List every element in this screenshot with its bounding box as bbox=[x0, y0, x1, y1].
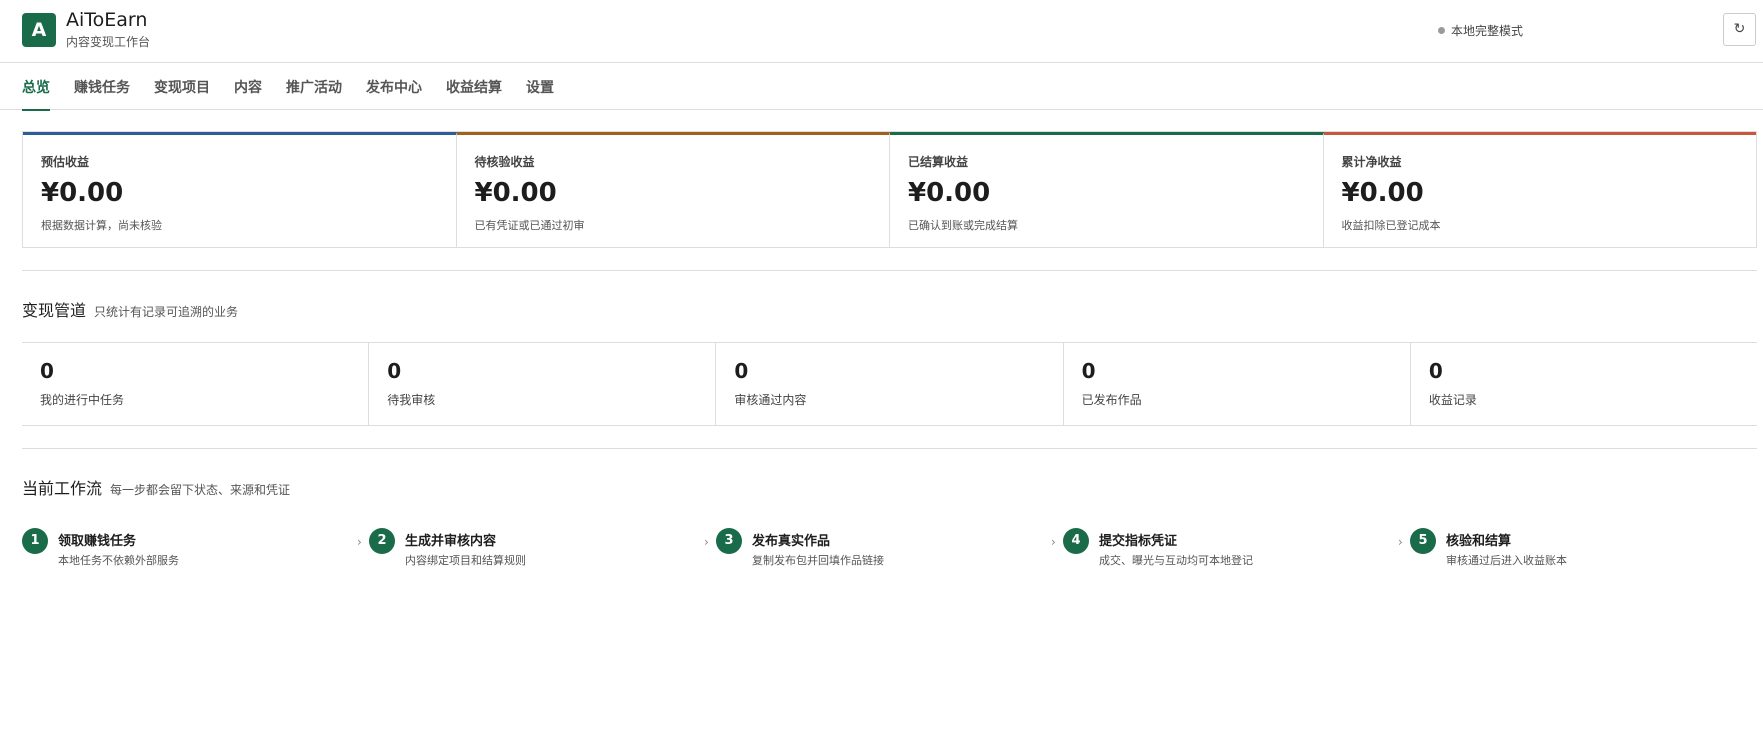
card-value: ¥0.00 bbox=[474, 178, 557, 208]
section-divider bbox=[22, 448, 1757, 449]
refresh-icon: ↻ bbox=[1733, 21, 1746, 37]
tab-monetization-projects[interactable]: 变现项目 bbox=[154, 77, 210, 109]
card-label: 累计净收益 bbox=[1341, 155, 1402, 169]
stat-value: 0 bbox=[1428, 359, 1443, 383]
status-dot-icon bbox=[1437, 27, 1445, 34]
workflow-steps: 1 领取赚钱任务 本地任务不依赖外部服务 › 2 生成并审核内容 内容绑定项目和… bbox=[22, 528, 1757, 568]
section-divider bbox=[22, 270, 1757, 271]
stat-label: 我的进行中任务 bbox=[40, 393, 125, 407]
step-title: 提交指标凭证 bbox=[1099, 534, 1178, 549]
tab-settlement[interactable]: 收益结算 bbox=[446, 77, 502, 109]
step-number: 2 bbox=[369, 528, 395, 554]
tab-publish-center[interactable]: 发布中心 bbox=[366, 77, 422, 109]
app-logo: A bbox=[22, 13, 56, 47]
tab-promotions[interactable]: 推广活动 bbox=[286, 77, 342, 109]
step-title: 生成并审核内容 bbox=[405, 534, 497, 549]
card-label: 待核验收益 bbox=[474, 155, 535, 169]
card-description: 已确认到账或完成结算 bbox=[908, 219, 1018, 232]
card-description: 已有凭证或已通过初审 bbox=[474, 219, 585, 232]
step-number: 5 bbox=[1410, 528, 1436, 554]
section-note: 只统计有记录可追溯的业务 bbox=[94, 305, 239, 319]
stat-active-tasks: 0 我的进行中任务 bbox=[22, 343, 370, 425]
workflow-step-3: › 3 发布真实作品 复制发布包并回填作品链接 bbox=[704, 528, 1056, 568]
stat-label: 收益记录 bbox=[1428, 393, 1477, 407]
stat-value: 0 bbox=[1081, 359, 1096, 383]
main-tabs: 总览 赚钱任务 变现项目 内容 推广活动 发布中心 收益结算 设置 bbox=[0, 63, 1763, 111]
chevron-right-icon: › bbox=[357, 535, 362, 549]
section-title: 当前工作流 bbox=[22, 479, 103, 498]
tab-settings[interactable]: 设置 bbox=[526, 77, 554, 109]
stat-value: 0 bbox=[387, 359, 402, 383]
stat-earning-records: 0 收益记录 bbox=[1411, 343, 1757, 425]
tab-earning-tasks[interactable]: 赚钱任务 bbox=[74, 77, 130, 109]
card-description: 收益扣除已登记成本 bbox=[1341, 219, 1441, 232]
step-number: 4 bbox=[1063, 528, 1089, 554]
step-description: 审核通过后进入收益账本 bbox=[1446, 554, 1567, 567]
stat-pending-review: 0 待我审核 bbox=[369, 343, 717, 425]
chevron-right-icon: › bbox=[704, 535, 709, 549]
stat-approved-content: 0 审核通过内容 bbox=[716, 343, 1064, 425]
card-description: 根据数据计算，尚未核验 bbox=[41, 219, 162, 232]
tab-content[interactable]: 内容 bbox=[234, 77, 262, 109]
step-description: 成交、曝光与互动均可本地登记 bbox=[1099, 554, 1253, 567]
stat-label: 已发布作品 bbox=[1081, 393, 1142, 407]
card-label: 已结算收益 bbox=[908, 155, 969, 169]
card-label: 预估收益 bbox=[41, 155, 90, 169]
card-estimated-earnings: 预估收益 ¥0.00 根据数据计算，尚未核验 bbox=[23, 132, 457, 247]
mode-indicator: 本地完整模式 bbox=[1437, 22, 1523, 39]
card-pending-verification: 待核验收益 ¥0.00 已有凭证或已通过初审 bbox=[456, 132, 890, 247]
stat-label: 审核通过内容 bbox=[734, 393, 807, 407]
step-description: 内容绑定项目和结算规则 bbox=[405, 554, 526, 567]
step-title: 领取赚钱任务 bbox=[58, 534, 137, 549]
section-note: 每一步都会留下状态、来源和凭证 bbox=[110, 483, 291, 497]
chevron-right-icon: › bbox=[1398, 535, 1403, 549]
workflow-step-4: › 4 提交指标凭证 成交、曝光与互动均可本地登记 bbox=[1051, 528, 1403, 568]
card-net-earnings: 累计净收益 ¥0.00 收益扣除已登记成本 bbox=[1323, 132, 1756, 247]
app-title: AiToEarn bbox=[66, 9, 148, 31]
workflow-step-1: 1 领取赚钱任务 本地任务不依赖外部服务 bbox=[22, 528, 362, 568]
chevron-right-icon: › bbox=[1051, 535, 1056, 549]
step-title: 核验和结算 bbox=[1446, 534, 1512, 549]
workflow-step-2: › 2 生成并审核内容 内容绑定项目和结算规则 bbox=[357, 528, 709, 568]
workflow-step-5: › 5 核验和结算 审核通过后进入收益账本 bbox=[1398, 528, 1750, 568]
pipeline-header: 变现管道 只统计有记录可追溯的业务 bbox=[22, 297, 238, 321]
stat-label: 待我审核 bbox=[387, 393, 436, 407]
card-value: ¥0.00 bbox=[908, 178, 991, 208]
step-description: 复制发布包并回填作品链接 bbox=[752, 554, 884, 567]
stat-value: 0 bbox=[40, 359, 54, 383]
card-value: ¥0.00 bbox=[41, 178, 124, 208]
step-number: 3 bbox=[716, 528, 742, 554]
step-description: 本地任务不依赖外部服务 bbox=[58, 554, 179, 567]
workflow-header: 当前工作流 每一步都会留下状态、来源和凭证 bbox=[22, 475, 290, 499]
app-subtitle: 内容变现工作台 bbox=[66, 35, 151, 49]
section-title: 变现管道 bbox=[22, 301, 87, 320]
step-number: 1 bbox=[22, 528, 48, 554]
card-value: ¥0.00 bbox=[1341, 178, 1424, 208]
card-settled-earnings: 已结算收益 ¥0.00 已确认到账或完成结算 bbox=[890, 132, 1324, 247]
tab-overview[interactable]: 总览 bbox=[22, 77, 50, 111]
step-title: 发布真实作品 bbox=[752, 534, 831, 549]
earnings-summary: 预估收益 ¥0.00 根据数据计算，尚未核验 待核验收益 ¥0.00 已有凭证或… bbox=[22, 131, 1757, 248]
mode-label: 本地完整模式 bbox=[1450, 24, 1523, 38]
stat-published-works: 0 已发布作品 bbox=[1064, 343, 1411, 425]
app-header: A AiToEarn 内容变现工作台 本地完整模式 ↻ bbox=[0, 0, 1763, 63]
refresh-button[interactable]: ↻ bbox=[1723, 13, 1756, 46]
stat-value: 0 bbox=[734, 359, 749, 383]
pipeline-stats: 0 我的进行中任务 0 待我审核 0 审核通过内容 0 已发布作品 0 收益记录 bbox=[22, 342, 1757, 426]
